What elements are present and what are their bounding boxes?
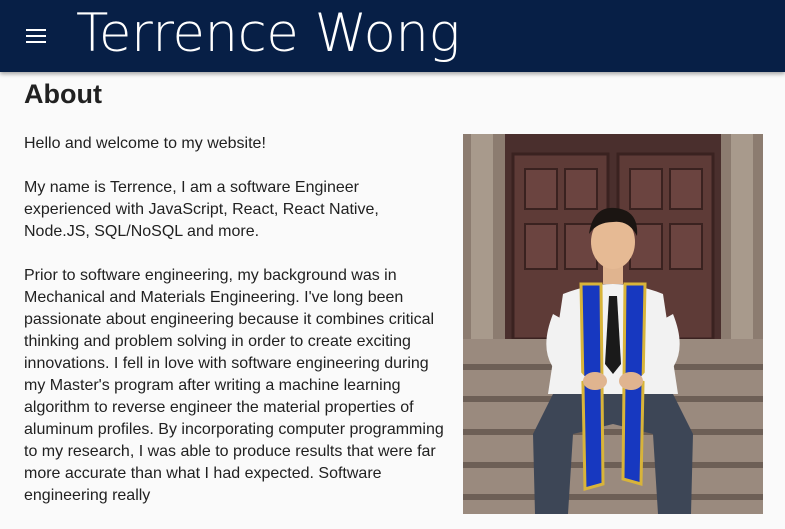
about-paragraph: My name is Terrence, I am a software Eng… [24, 179, 379, 240]
about-paragraph: Prior to software engineering, my backgr… [24, 267, 444, 504]
about-heading: About [24, 79, 102, 109]
about-text: Hello and welcome to my website! My name… [24, 133, 444, 529]
about-paragraph: Hello and welcome to my website! [24, 135, 266, 152]
app-bar: Terrence Wong [0, 0, 785, 72]
menu-icon [26, 29, 46, 43]
site-title[interactable]: Terrence Wong [76, 3, 460, 65]
menu-button[interactable] [16, 16, 56, 56]
profile-photo [463, 134, 763, 514]
